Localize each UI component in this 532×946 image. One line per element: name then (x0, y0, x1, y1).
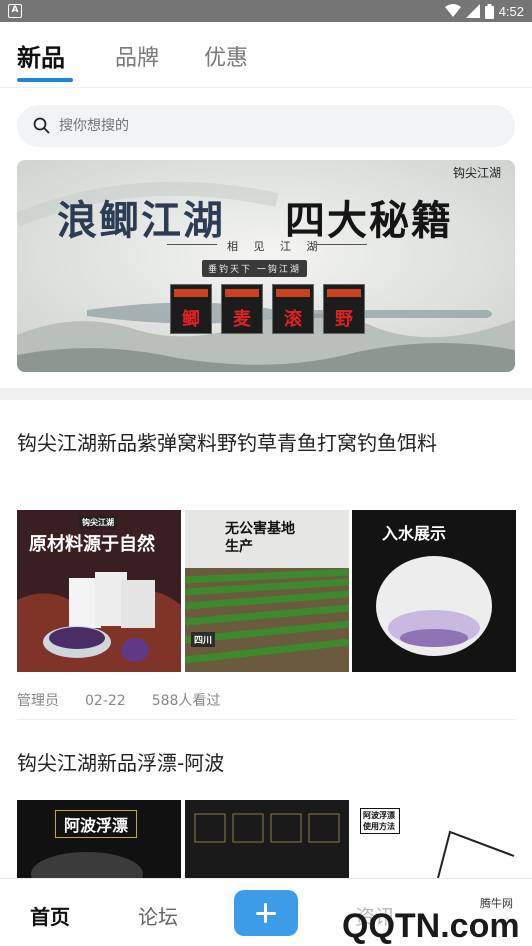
post-image[interactable]: 无公害基地生产 四川 (185, 510, 349, 672)
status-bar: A 4:52 (0, 0, 532, 22)
post-image[interactable]: 阿波浮漂 (17, 800, 181, 878)
post-date: 02-22 (85, 693, 126, 709)
product-pack: 鲫 (170, 284, 212, 334)
search-icon (33, 117, 50, 134)
image-tag: 四川 (191, 632, 216, 647)
signal-icon (465, 4, 480, 18)
search-input[interactable] (59, 105, 499, 147)
banner-brand: 钩尖江湖 (452, 166, 501, 180)
banner-rule-right (317, 244, 367, 245)
product-pack: 野 (323, 284, 365, 334)
product-pack: 麦 (221, 284, 263, 334)
banner-subtitle: 相 见 江 湖 (227, 240, 324, 253)
post-title[interactable]: 钩尖江湖新品浮漂-阿波 (17, 748, 515, 778)
post-image-art (185, 800, 349, 878)
active-tab-indicator (17, 78, 73, 82)
add-post-button[interactable] (234, 890, 298, 936)
nav-forum[interactable]: 论坛 (138, 901, 178, 930)
search-bar[interactable] (17, 105, 515, 147)
post-title[interactable]: 钩尖江湖新品紫弹窝料野钓草青鱼打窝钓鱼饵料 (17, 428, 515, 458)
image-brand: 钩尖江湖 (79, 516, 117, 529)
tab-new-products[interactable]: 新品 (17, 38, 65, 73)
image-caption: 入水展示 (382, 524, 447, 543)
image-caption: 无公害基地生产 (225, 521, 295, 555)
svg-text:QQTN.com: QQTN.com (342, 907, 520, 945)
banner-rule-left (167, 244, 217, 245)
post-image[interactable] (185, 800, 349, 878)
battery-icon (484, 3, 494, 19)
image-caption: 原材料源于自然 (29, 534, 155, 555)
nav-home[interactable]: 首页 (30, 901, 70, 930)
top-tab-bar: 新品 品牌 优惠 (0, 22, 532, 88)
image-caption: 阿波浮漂 (55, 810, 138, 838)
post-views: 588人看过 (151, 693, 221, 709)
promo-banner[interactable]: 钩尖江湖 浪鲫江湖 四大秘籍 相 见 江 湖 垂钓天下 一钩江湖 鲫 麦 滚 野 (17, 160, 515, 372)
post-image[interactable]: 入水展示 (352, 510, 516, 672)
svg-text:腾牛网: 腾牛网 (480, 896, 513, 910)
wifi-icon (444, 4, 461, 17)
site-watermark: QQTN.com 腾牛网 (320, 891, 532, 945)
banner-title-left: 浪鲫江湖 (57, 197, 225, 244)
tab-deals[interactable]: 优惠 (204, 40, 248, 72)
image-caption: 阿波浮漂使用方法 (360, 808, 400, 834)
banner-tagline: 垂钓天下 一钩江湖 (202, 260, 307, 277)
tab-brands[interactable]: 品牌 (115, 40, 159, 72)
app-notification-icon: A (8, 4, 22, 18)
post-image[interactable]: 阿波浮漂使用方法 (352, 800, 516, 878)
clock: 4:52 (498, 3, 524, 19)
post-image[interactable]: 钩尖江湖 原材料源于自然 (17, 510, 181, 672)
product-pack: 滚 (272, 284, 314, 334)
bottom-navigation: 首页 论坛 资讯 QQTN.com 腾牛网 (0, 878, 532, 946)
status-icons: 4:52 (444, 2, 524, 20)
post-separator (17, 719, 515, 720)
section-divider (0, 388, 532, 400)
post-author: 管理员 (17, 693, 59, 709)
post-meta: 管理员 02-22 588人看过 (17, 690, 246, 710)
